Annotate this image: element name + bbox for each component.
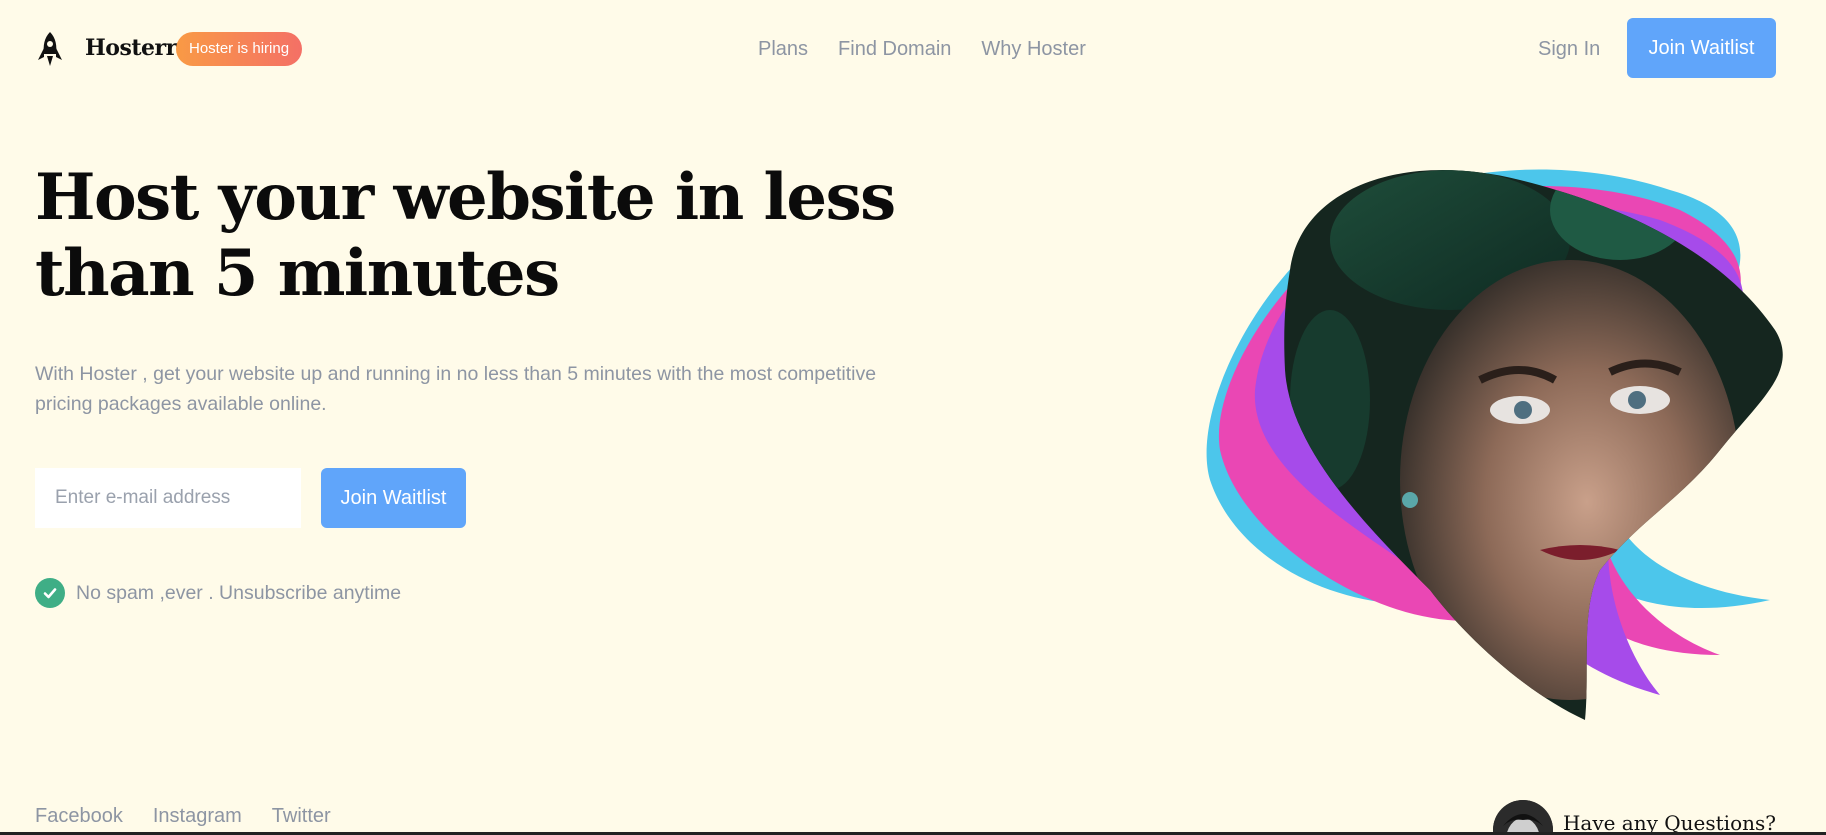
nav-link-plans[interactable]: Plans: [758, 38, 808, 61]
hero-title: Host your website in less than 5 minutes: [35, 160, 896, 311]
top-navbar: Hosterr Hoster is hiring Plans Find Doma…: [0, 0, 1826, 98]
twitter-link[interactable]: Twitter: [272, 805, 331, 828]
main-nav: Plans Find Domain Why Hoster: [758, 38, 1086, 61]
check-circle-icon: [35, 578, 65, 608]
hero-subtitle: With Hoster , get your website up and ru…: [35, 363, 877, 415]
no-spam-text: No spam ,ever . Unsubscribe anytime: [76, 581, 402, 604]
email-input[interactable]: [35, 468, 301, 528]
hiring-badge[interactable]: Hoster is hiring: [176, 32, 303, 66]
no-spam-note: No spam ,ever . Unsubscribe anytime: [35, 578, 401, 608]
hero-join-waitlist-button[interactable]: Join Waitlist: [321, 468, 466, 528]
rocket-icon[interactable]: [36, 32, 64, 68]
nav-join-waitlist-button[interactable]: Join Waitlist: [1627, 18, 1776, 78]
brand-name[interactable]: Hosterr: [85, 35, 177, 61]
help-widget[interactable]: Have any Questions?: [1492, 800, 1776, 835]
nav-link-find-domain[interactable]: Find Domain: [838, 38, 951, 61]
nav-link-why-hoster[interactable]: Why Hoster: [981, 38, 1085, 61]
instagram-link[interactable]: Instagram: [153, 805, 242, 828]
social-links: Facebook Instagram Twitter: [35, 805, 331, 828]
facebook-link[interactable]: Facebook: [35, 805, 123, 828]
hero-illustration: [1206, 169, 1783, 720]
sign-in-link[interactable]: Sign In: [1538, 38, 1600, 61]
support-avatar[interactable]: [1492, 800, 1553, 835]
